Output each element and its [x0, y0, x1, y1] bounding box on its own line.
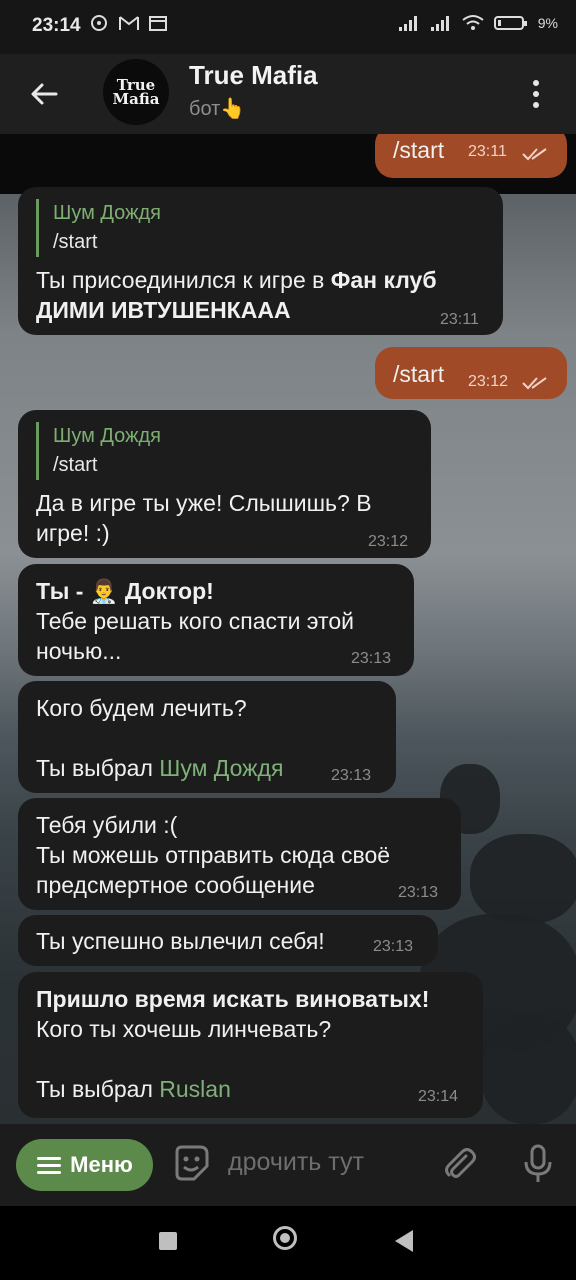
message-time: 23:13: [398, 884, 439, 901]
reply-author: Шум Дождя: [53, 425, 161, 447]
bot-menu-label: Меню: [70, 1152, 133, 1177]
gmail-icon: [119, 16, 139, 30]
double-check-icon: [522, 377, 547, 390]
avatar-logo-line2: Mafia: [112, 90, 160, 108]
message-text-line3: Ты выбрал Шум Дождя: [36, 753, 283, 783]
more-options-button[interactable]: [518, 74, 554, 114]
message-club-name: Фан клуб: [330, 267, 437, 293]
battery-percent: 9%: [537, 15, 558, 31]
message-input[interactable]: дрочить тут: [228, 1148, 364, 1177]
message-text-line1: Кого будем лечить?: [36, 695, 247, 721]
status-notification-icons: [90, 14, 168, 32]
message-time: 23:12: [468, 373, 509, 390]
message-time: 23:13: [351, 650, 392, 667]
message-incoming[interactable]: Шум Дождя /start Ты присоединился к игре…: [18, 187, 503, 335]
status-bar: 23:14 9%: [0, 0, 576, 54]
chat-area[interactable]: /start 23:11 Шум Дождя /start Ты присоед…: [0, 134, 576, 1124]
message-incoming[interactable]: Пришло время искать виноватых! Кого ты х…: [18, 972, 483, 1118]
message-text: /start: [393, 361, 445, 387]
message-incoming[interactable]: Шум Дождя /start Да в игре ты уже! Слыши…: [18, 410, 431, 558]
dot-icon: [533, 102, 539, 108]
recents-button[interactable]: [159, 1232, 177, 1250]
status-time: 23:14: [32, 15, 81, 36]
message-outgoing[interactable]: /start 23:12: [375, 347, 567, 399]
signal-icon: [398, 16, 417, 31]
message-text-line3: предсмертное сообщение: [36, 872, 315, 898]
message-input-bar: Меню дрочить тут: [0, 1124, 576, 1206]
message-time: 23:11: [468, 143, 507, 160]
paperclip-icon: [445, 1148, 476, 1178]
home-button[interactable]: [273, 1226, 297, 1250]
dot-icon: [533, 91, 539, 97]
message-text-line1: Тебя убили :(: [36, 812, 178, 838]
chat-title[interactable]: True Mafia: [189, 60, 318, 91]
selected-player-name: Ruslan: [159, 1076, 231, 1102]
reply-quote[interactable]: Шум Дождя /start: [36, 199, 161, 257]
back-button[interactable]: [22, 72, 66, 116]
message-incoming[interactable]: Тебя убили :( Ты можешь отправить сюда с…: [18, 798, 461, 910]
chat-subtitle: бот👆: [189, 98, 246, 120]
message-text-line4: Ты выбрал Ruslan: [36, 1074, 231, 1104]
message-text-part: Ты присоединился к игре в: [36, 267, 331, 293]
message-text-line1: Да в игре ты уже! Слышишь? В: [36, 490, 372, 516]
message-text-line2: Ты можешь отправить сюда своё: [36, 842, 391, 868]
message-text-part: Ты выбрал: [36, 1076, 160, 1102]
sticker-icon: [175, 1145, 209, 1181]
message-text: Ты успешно вылечил себя!: [36, 928, 325, 954]
chat-header: True Mafia True Mafia бот👆: [0, 54, 576, 134]
message-text-line2: Тебе решать кого спасти этой: [36, 608, 354, 634]
message-time: 23:12: [368, 533, 409, 550]
attach-button[interactable]: [442, 1146, 478, 1187]
message-club-name-line2: ДИМИ ИВТУШЕНКААА: [36, 297, 291, 323]
reply-author: Шум Дождя: [53, 202, 161, 224]
message-outgoing[interactable]: /start 23:11: [375, 134, 567, 178]
status-system-icons: 9%: [398, 14, 558, 32]
message-text-line2: Кого ты хочешь линчевать?: [36, 1016, 332, 1042]
emoji-button[interactable]: [172, 1144, 210, 1187]
bot-avatar[interactable]: True Mafia: [103, 59, 169, 125]
dot-icon: [533, 80, 539, 86]
double-check-icon: [522, 148, 547, 161]
notification-icon: [91, 15, 107, 31]
hamburger-icon: [37, 1157, 62, 1174]
bot-menu-button[interactable]: Меню: [16, 1139, 153, 1191]
arrow-left-icon: [31, 83, 58, 105]
message-text-line1: Ты - 👨‍⚕️ Доктор!: [36, 578, 214, 604]
message-text-line2: игре! :): [36, 520, 110, 546]
message-text: /start: [393, 137, 445, 163]
reply-text: /start: [53, 231, 98, 253]
message-incoming[interactable]: Ты - 👨‍⚕️ Доктор! Тебе решать кого спаст…: [18, 564, 414, 676]
reply-text: /start: [53, 454, 98, 476]
microphone-button[interactable]: [522, 1144, 554, 1189]
message-text: Ты присоединился к игре в Фан клуб: [36, 265, 437, 295]
wifi-icon: [462, 15, 484, 30]
background-rock: [480, 1014, 576, 1124]
message-text-line1: Пришло время искать виноватых!: [36, 986, 430, 1012]
message-incoming[interactable]: Ты успешно вылечил себя! 23:13: [18, 915, 438, 966]
signal-icon-2: [430, 16, 449, 31]
nav-back-button[interactable]: [395, 1230, 413, 1252]
message-incoming[interactable]: Кого будем лечить? Ты выбрал Шум Дождя 2…: [18, 681, 396, 793]
microphone-icon: [524, 1144, 552, 1182]
message-time: 23:13: [373, 938, 414, 955]
message-time: 23:13: [331, 767, 372, 784]
reply-quote[interactable]: Шум Дождя /start: [36, 422, 161, 480]
system-navigation-bar: [0, 1206, 576, 1280]
message-text-part: Ты выбрал: [36, 755, 160, 781]
background-rock: [470, 834, 576, 924]
battery-icon: [493, 16, 527, 30]
message-time: 23:14: [418, 1088, 459, 1105]
selected-player-name: Шум Дождя: [159, 755, 284, 781]
message-text-line3: ночью...: [36, 638, 122, 664]
calendar-icon: [149, 16, 167, 31]
message-time: 23:11: [440, 311, 479, 328]
